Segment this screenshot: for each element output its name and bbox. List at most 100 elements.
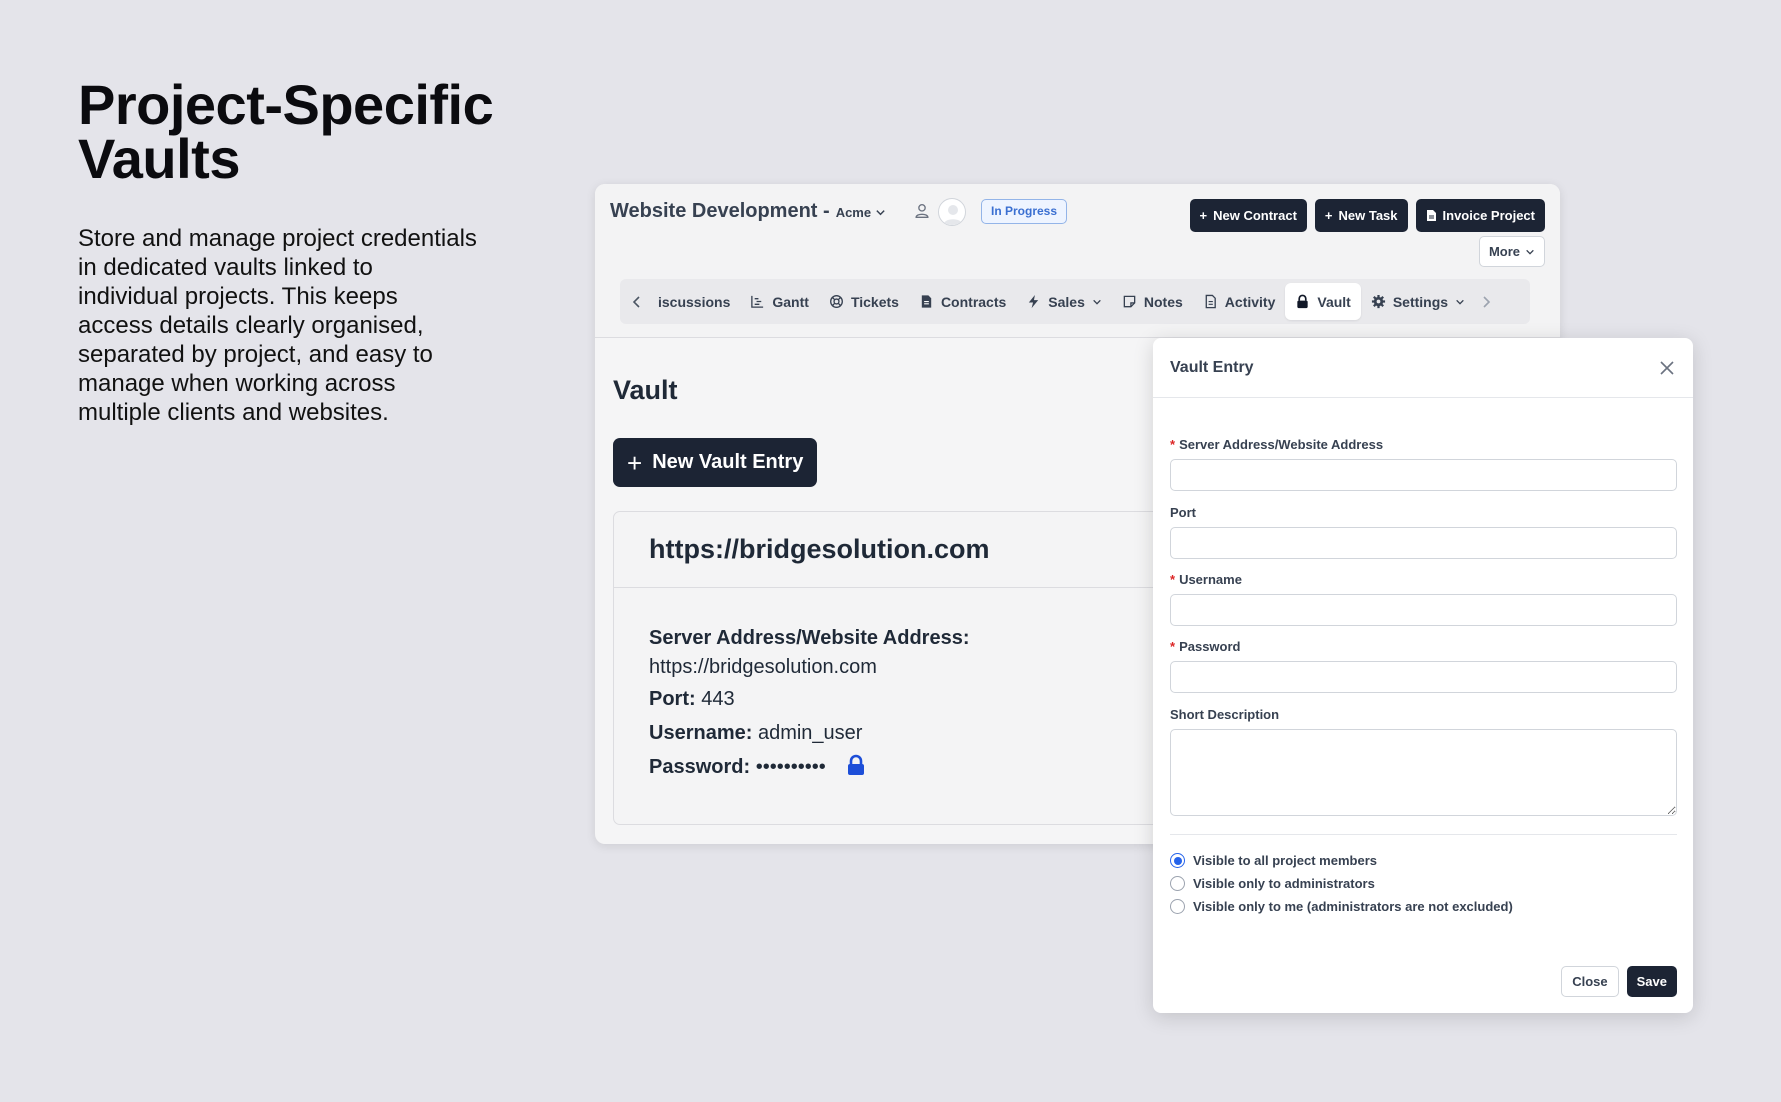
tab-label: Contracts: [940, 293, 1007, 310]
tab-label: Gantt: [772, 293, 809, 310]
document-icon: [1205, 294, 1216, 309]
tab-label: Tickets: [850, 293, 899, 310]
tabs-scroll-right[interactable]: [1475, 295, 1497, 308]
required-marker: *: [1170, 639, 1176, 654]
visibility-option-label: Visible only to administrators: [1193, 876, 1375, 891]
port-input[interactable]: [1170, 527, 1677, 559]
password-input[interactable]: [1170, 661, 1677, 693]
status-badge: In Progress: [981, 199, 1068, 224]
tab-settings[interactable]: Settings: [1361, 283, 1475, 320]
new-contract-label: New Contract: [1213, 208, 1297, 223]
radio-unchecked[interactable]: [1170, 899, 1185, 914]
note-icon: [1123, 295, 1136, 308]
tab-gantt[interactable]: Gantt: [740, 283, 819, 320]
username-label: Username:: [649, 722, 753, 744]
lifebuoy-icon: [829, 295, 843, 308]
modal-title: Vault Entry: [1170, 358, 1254, 376]
new-task-button[interactable]: + New Task: [1314, 199, 1408, 232]
lock-icon[interactable]: [846, 754, 866, 776]
project-header: Website Development - Acme In Progress +…: [595, 184, 1560, 338]
tab-discussions[interactable]: iscussions: [648, 283, 740, 320]
invoice-project-label: Invoice Project: [1442, 208, 1535, 223]
tab-label: Notes: [1143, 293, 1183, 310]
server-address-label-text: Server Address/Website Address: [1179, 437, 1384, 452]
chevron-down-icon: [876, 210, 885, 216]
chevron-down-icon: [1526, 249, 1534, 255]
visibility-option-only-me[interactable]: Visible only to me (administrators are n…: [1170, 899, 1513, 914]
tab-label: Activity: [1224, 293, 1276, 310]
chevron-down-icon: [1456, 299, 1464, 305]
client-dropdown[interactable]: Acme: [836, 205, 886, 220]
chevron-down-icon: [1093, 299, 1101, 305]
vault-entry-modal: Vault Entry * Server Address/Website Addr…: [1153, 338, 1693, 1013]
invoice-icon: [1426, 210, 1436, 221]
close-button[interactable]: Close: [1561, 966, 1619, 997]
tab-tickets[interactable]: Tickets: [819, 283, 909, 320]
port-label: Port:: [649, 688, 696, 710]
user-icon[interactable]: [913, 202, 931, 220]
required-marker: *: [1170, 572, 1176, 587]
password-label: Password:: [649, 756, 751, 778]
visibility-option-administrators[interactable]: Visible only to administrators: [1170, 876, 1375, 891]
invoice-project-button[interactable]: Invoice Project: [1415, 199, 1545, 232]
tab-label: Settings: [1392, 293, 1449, 310]
server-address-input[interactable]: [1170, 459, 1677, 491]
tab-vault[interactable]: Vault: [1285, 283, 1361, 320]
plus-icon: +: [627, 447, 643, 478]
password-label: * Password: [1170, 639, 1240, 654]
client-name: Acme: [835, 205, 872, 220]
username-label: * Username: [1170, 572, 1242, 587]
tab-label: Sales: [1048, 293, 1085, 310]
top-actions: + New Contract + New Task Invoice Projec…: [1189, 199, 1545, 232]
tab-sales[interactable]: Sales: [1016, 283, 1112, 320]
chevron-left-icon: [632, 295, 640, 308]
hero-title: Project-Specific Vaults: [78, 73, 494, 190]
modal-header: Vault Entry: [1153, 338, 1693, 398]
new-contract-button[interactable]: + New Contract: [1189, 199, 1307, 232]
project-title[interactable]: Website Development - Acme: [610, 200, 886, 223]
modal-footer: Close Save: [1561, 966, 1677, 997]
required-marker: *: [1170, 437, 1176, 452]
project-title-text: Website Development -: [610, 200, 830, 222]
tab-label: Vault: [1317, 293, 1351, 310]
tab-label: iscussions: [658, 293, 731, 310]
contract-icon: [921, 295, 932, 308]
radio-unchecked[interactable]: [1170, 876, 1185, 891]
short-description-textarea[interactable]: [1170, 729, 1677, 816]
short-description-label: Short Description: [1170, 707, 1280, 722]
tab-activity[interactable]: Activity: [1193, 283, 1286, 320]
save-button[interactable]: Save: [1626, 966, 1677, 997]
username-value: admin_user: [757, 722, 863, 744]
server-address-label: * Server Address/Website Address: [1170, 437, 1383, 452]
gantt-icon: [751, 295, 764, 308]
hero-description: Store and manage project credentials in …: [78, 225, 477, 426]
username-input[interactable]: [1170, 594, 1677, 626]
new-vault-entry-button[interactable]: + New Vault Entry: [613, 438, 818, 487]
modal-divider: [1170, 834, 1677, 835]
more-button[interactable]: More: [1478, 236, 1545, 267]
vault-heading: Vault: [613, 375, 678, 405]
chevron-right-icon: [1483, 295, 1491, 308]
project-tabs: iscussions Gantt Tickets Contracts Sales: [620, 279, 1530, 324]
avatar[interactable]: [938, 198, 966, 226]
username-label-text: Username: [1179, 572, 1242, 587]
visibility-option-label: Visible only to me (administrators are n…: [1193, 899, 1513, 914]
new-task-label: New Task: [1338, 208, 1398, 223]
radio-checked[interactable]: [1170, 853, 1185, 868]
avatar-placeholder-icon: [943, 205, 963, 225]
visibility-option-label: Visible to all project members: [1193, 853, 1377, 868]
plus-icon: +: [1324, 208, 1333, 223]
tab-notes[interactable]: Notes: [1112, 283, 1193, 320]
visibility-option-all-members[interactable]: Visible to all project members: [1170, 853, 1377, 868]
password-label-text: Password: [1179, 639, 1241, 654]
port-label: Port: [1170, 505, 1196, 520]
lock-icon: [1297, 294, 1309, 309]
tabs-scroll-left[interactable]: [626, 295, 648, 308]
bolt-icon: [1029, 294, 1039, 309]
more-label: More: [1488, 244, 1520, 259]
tab-contracts[interactable]: Contracts: [909, 283, 1016, 320]
gear-icon: [1371, 294, 1385, 309]
new-vault-entry-label: New Vault Entry: [652, 451, 804, 473]
password-value: ••••••••••: [755, 756, 826, 778]
close-icon[interactable]: [1658, 359, 1676, 377]
